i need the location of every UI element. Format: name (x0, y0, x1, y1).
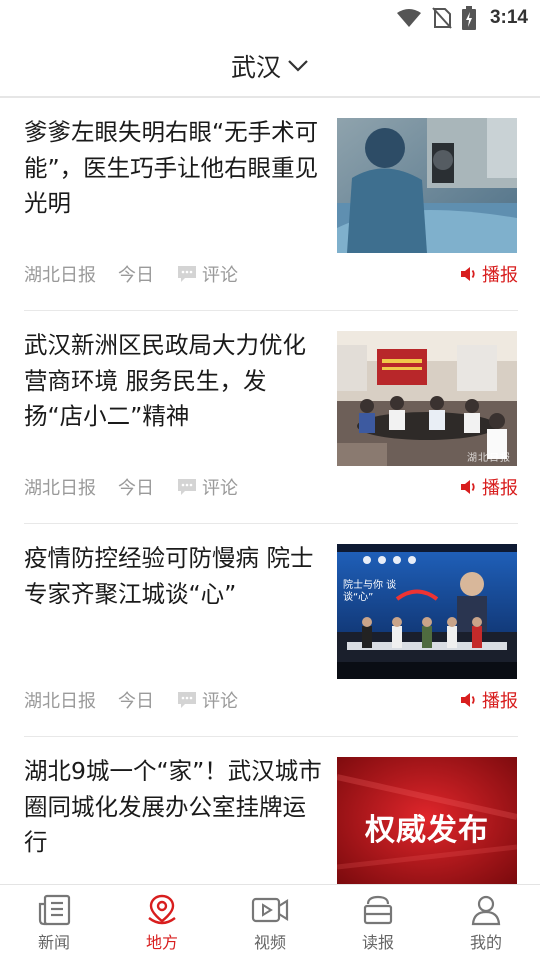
broadcast-button[interactable]: 播报 (460, 687, 518, 713)
news-thumbnail[interactable]: 湖北日报 (337, 331, 517, 466)
tab-mine[interactable]: 我的 (432, 885, 540, 961)
location-pin-icon (148, 894, 176, 925)
speaker-icon (461, 480, 475, 494)
broadcast-label: 播报 (482, 478, 518, 499)
user-icon (471, 895, 501, 926)
image-caption: 院士与你 谈谈“心” (343, 580, 397, 603)
speaker-icon (461, 693, 475, 707)
news-meta: 湖北日报 今日 评论 播报 (24, 687, 518, 713)
tab-local[interactable]: 地方 (108, 885, 216, 961)
news-source: 湖北日报 (24, 691, 96, 712)
eye-surgery-photo (337, 118, 517, 253)
news-thumbnail[interactable]: 权威发布 (337, 757, 517, 884)
tab-video[interactable]: 视频 (216, 885, 324, 961)
news-title[interactable]: 爹爹左眼失明右眼“无手术可能”，医生巧手让他右眼重见光明 (24, 115, 324, 222)
city-name: 武汉 (230, 53, 281, 82)
news-item[interactable]: 武汉新洲区民政局大力优化营商环境 服务民生，发扬“店小二”精神 湖北日报 湖北日… (24, 311, 518, 524)
bottom-tab-bar: 新闻 地方 视频 读报 我的 (0, 884, 540, 961)
broadcast-button[interactable]: 播报 (460, 261, 518, 287)
forum-stage-photo (337, 544, 517, 679)
news-item[interactable]: 爹爹左眼失明右眼“无手术可能”，医生巧手让他右眼重见光明 湖北日报 今日 评论 … (24, 98, 518, 311)
broadcast-label: 播报 (482, 265, 518, 286)
status-bar: 3:14 (0, 0, 540, 36)
speaker-icon (461, 267, 475, 281)
tab-news[interactable]: 新闻 (0, 885, 108, 961)
news-source: 湖北日报 (24, 265, 96, 286)
news-title[interactable]: 湖北9城一个“家”！武汉城市圈同城化发展办公室挂牌运行 (24, 754, 324, 861)
news-feed[interactable]: 爹爹左眼失明右眼“无手术可能”，医生巧手让他右眼重见光明 湖北日报 今日 评论 … (0, 98, 540, 884)
comment-button[interactable]: 评论 (177, 474, 238, 500)
comment-label: 评论 (202, 478, 238, 499)
comment-icon (178, 266, 196, 282)
news-thumbnail[interactable]: 院士与你 谈谈“心” (337, 544, 517, 679)
battery-charging-icon (461, 6, 476, 30)
tab-label: 我的 (469, 933, 502, 952)
news-time: 今日 (118, 478, 154, 499)
tab-label: 新闻 (37, 933, 70, 952)
news-title[interactable]: 武汉新洲区民政局大力优化营商环境 服务民生，发扬“店小二”精神 (24, 328, 324, 435)
tab-label: 视频 (253, 933, 286, 952)
news-thumbnail[interactable] (337, 118, 517, 253)
comment-label: 评论 (202, 265, 238, 286)
reading-icon (363, 895, 393, 925)
tab-label: 地方 (145, 933, 178, 952)
comment-label: 评论 (202, 691, 238, 712)
broadcast-button[interactable]: 播报 (460, 474, 518, 500)
newspaper-icon (38, 894, 71, 926)
comment-icon (178, 479, 196, 495)
city-selector[interactable]: 武汉 (0, 36, 540, 96)
news-time: 今日 (118, 265, 154, 286)
comment-button[interactable]: 评论 (177, 261, 238, 287)
comment-button[interactable]: 评论 (177, 687, 238, 713)
news-source: 湖北日报 (24, 478, 96, 499)
wifi-icon (396, 9, 421, 27)
news-item[interactable]: 疫情防控经验可防慢病 院士专家齐聚江城谈“心” 院士与你 谈谈“心” 湖北日报 … (24, 524, 518, 737)
news-title[interactable]: 疫情防控经验可防慢病 院士专家齐聚江城谈“心” (24, 541, 324, 612)
news-item[interactable]: 湖北9城一个“家”！武汉城市圈同城化发展办公室挂牌运行 权威发布 (24, 737, 518, 884)
banner-text: 权威发布 (365, 813, 489, 848)
broadcast-label: 播报 (482, 691, 518, 712)
no-sim-icon (432, 7, 452, 29)
status-time: 3:14 (489, 7, 528, 28)
image-watermark: 湖北日报 (467, 453, 511, 464)
tab-label: 读报 (361, 933, 394, 952)
video-icon (251, 897, 289, 923)
meeting-room-photo (337, 331, 517, 466)
chevron-down-icon (288, 60, 308, 72)
comment-icon (178, 692, 196, 708)
tab-reading[interactable]: 读报 (324, 885, 432, 961)
news-time: 今日 (118, 691, 154, 712)
news-meta: 湖北日报 今日 评论 播报 (24, 474, 518, 500)
header: 武汉 (0, 36, 540, 98)
status-icons: 3:14 (396, 6, 528, 30)
news-meta: 湖北日报 今日 评论 播报 (24, 261, 518, 287)
